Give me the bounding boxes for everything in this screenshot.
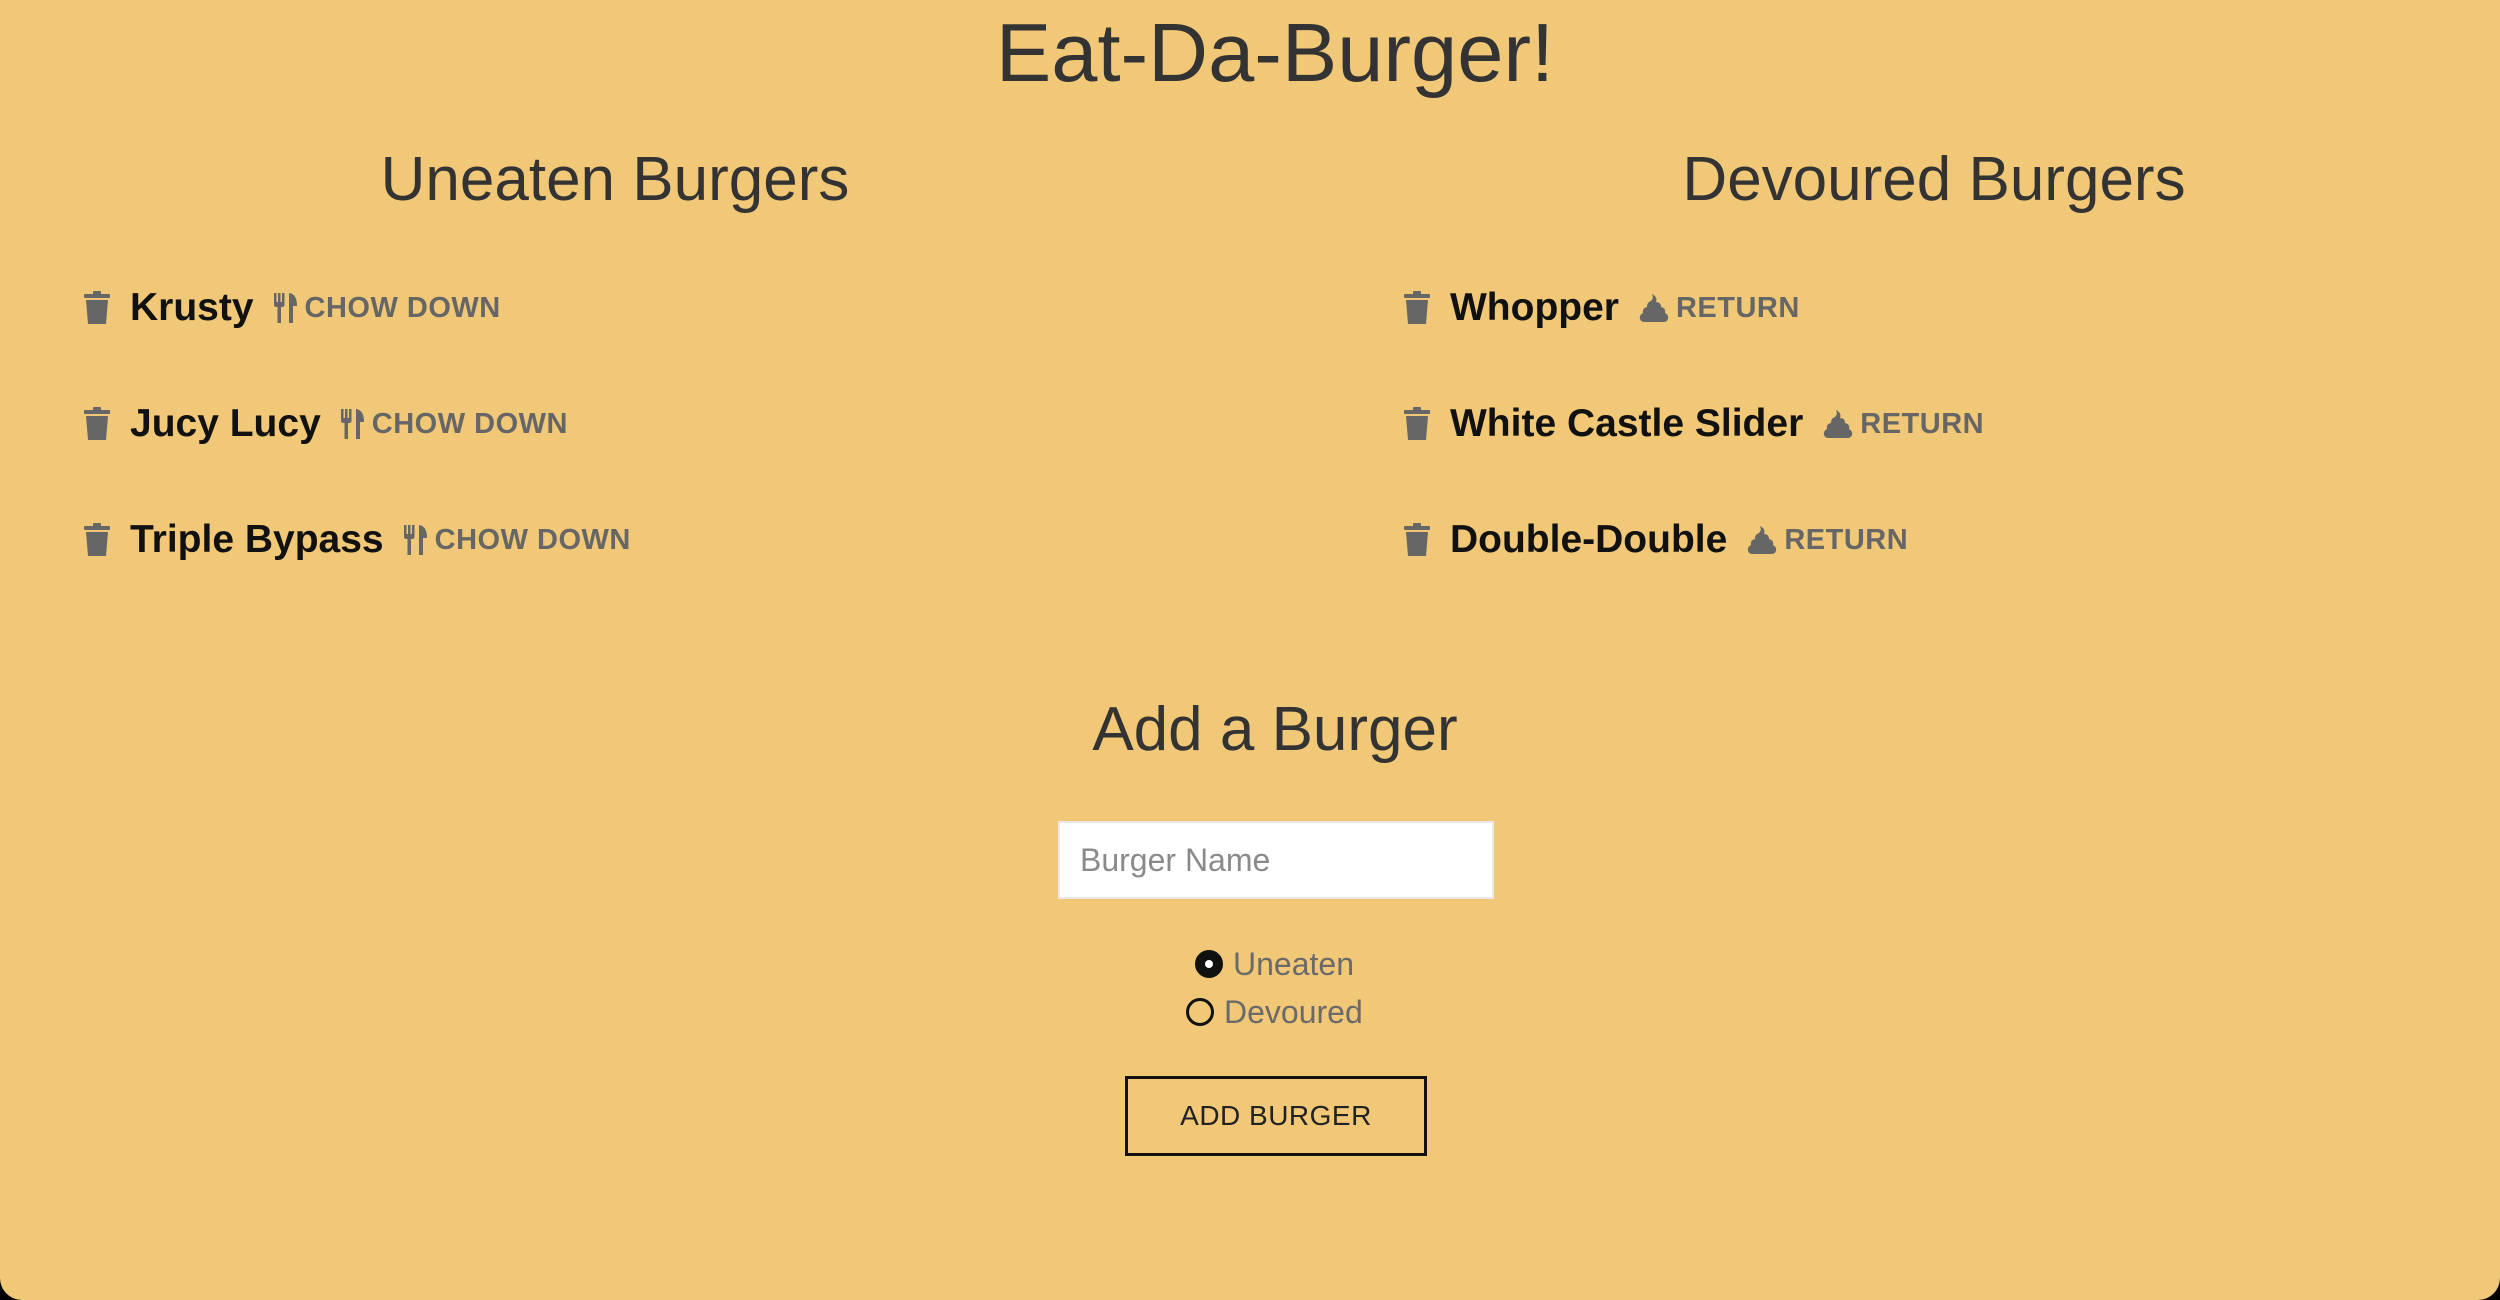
burger-name: Krusty bbox=[130, 286, 254, 329]
uneaten-burgers-heading: Uneaten Burgers bbox=[380, 145, 850, 214]
devoured-radio-label: Devoured bbox=[1224, 993, 1363, 1030]
burger-name: White Castle Slider bbox=[1450, 402, 1804, 445]
burger-name: Jucy Lucy bbox=[130, 402, 321, 445]
chow-down-label: CHOW DOWN bbox=[304, 291, 501, 324]
uneaten-burger-list: Krusty CHOW DOWN Jucy Lucy CHOW DOWN Tri… bbox=[84, 276, 631, 624]
return-label: RETURN bbox=[1860, 407, 1985, 440]
page: Eat-Da-Burger! Uneaten Burgers Devoured … bbox=[0, 0, 2500, 1300]
add-burger-button[interactable]: ADD BURGER bbox=[1125, 1076, 1427, 1156]
return-button[interactable]: RETURN bbox=[1747, 524, 1908, 557]
return-label: RETURN bbox=[1784, 523, 1909, 556]
devoured-burger-item: Double-Double RETURN bbox=[1404, 508, 1984, 572]
uneaten-radio-label: Uneaten bbox=[1233, 945, 1354, 982]
burger-name: Whopper bbox=[1450, 286, 1619, 329]
devoured-radio[interactable] bbox=[1186, 998, 1214, 1026]
trash-icon[interactable] bbox=[84, 407, 110, 441]
return-button[interactable]: RETURN bbox=[1639, 292, 1800, 325]
devoured-burgers-heading: Devoured Burgers bbox=[1682, 145, 2186, 214]
uneaten-burger-item: Triple Bypass CHOW DOWN bbox=[84, 508, 631, 572]
devoured-burger-list: Whopper RETURN White Castle Slider RETUR… bbox=[1404, 276, 1984, 624]
chow-down-button[interactable]: CHOW DOWN bbox=[403, 523, 631, 557]
trash-icon[interactable] bbox=[1404, 291, 1430, 325]
return-label: RETURN bbox=[1675, 291, 1800, 324]
burger-name: Triple Bypass bbox=[130, 518, 384, 561]
burger-name-input[interactable] bbox=[1058, 821, 1494, 899]
radio-option-devoured[interactable]: Devoured bbox=[1186, 992, 1363, 1032]
trash-icon[interactable] bbox=[84, 291, 110, 325]
return-button[interactable]: RETURN bbox=[1823, 408, 1984, 441]
chow-down-label: CHOW DOWN bbox=[371, 407, 568, 440]
poop-icon bbox=[1639, 294, 1669, 322]
burger-name: Double-Double bbox=[1450, 518, 1728, 561]
trash-icon[interactable] bbox=[84, 523, 110, 557]
fork-knife-icon bbox=[403, 525, 427, 555]
chow-down-label: CHOW DOWN bbox=[434, 523, 631, 556]
devoured-burger-item: Whopper RETURN bbox=[1404, 276, 1984, 340]
chow-down-button[interactable]: CHOW DOWN bbox=[273, 291, 501, 325]
uneaten-burger-item: Jucy Lucy CHOW DOWN bbox=[84, 392, 631, 456]
fork-knife-icon bbox=[273, 293, 297, 323]
radio-option-uneaten[interactable]: Uneaten bbox=[1195, 944, 1354, 984]
poop-icon bbox=[1748, 526, 1777, 554]
poop-icon bbox=[1824, 410, 1853, 438]
chow-down-button[interactable]: CHOW DOWN bbox=[340, 407, 568, 441]
add-burger-heading: Add a Burger bbox=[1092, 695, 1458, 764]
uneaten-radio[interactable] bbox=[1195, 950, 1223, 978]
uneaten-burger-item: Krusty CHOW DOWN bbox=[84, 276, 631, 340]
fork-knife-icon bbox=[340, 409, 364, 439]
devoured-burger-item: White Castle Slider RETURN bbox=[1404, 392, 1984, 456]
trash-icon[interactable] bbox=[1404, 523, 1430, 557]
page-title: Eat-Da-Burger! bbox=[995, 6, 1555, 99]
trash-icon[interactable] bbox=[1404, 407, 1430, 441]
